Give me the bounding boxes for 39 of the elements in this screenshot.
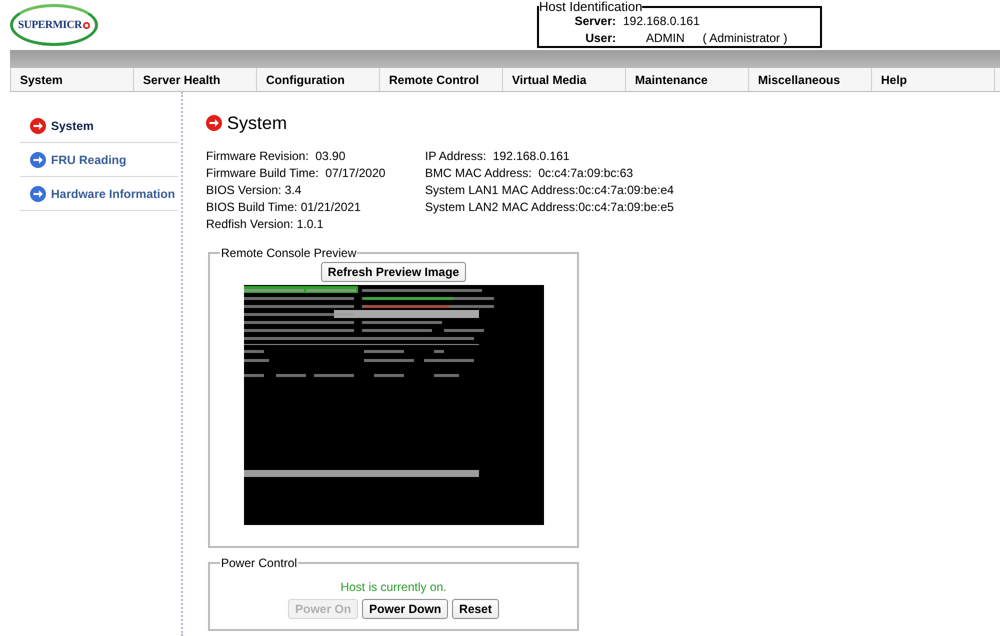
sidebar-item[interactable]: FRU Reading <box>20 143 178 177</box>
ring-icon <box>82 22 90 28</box>
info-line: System LAN2 MAC Address:0c:c4:7a:09:be:e5 <box>425 199 674 216</box>
user-value: ADMIN <box>646 30 685 47</box>
power-button[interactable]: Power Down <box>362 599 448 619</box>
info-line: IP Address: 192.168.0.161 <box>425 148 571 165</box>
logo-text: SUPERMICR <box>18 19 82 31</box>
arrow-right-icon <box>30 186 46 202</box>
info-line: Firmware Build Time: 07/17/2020 <box>206 165 386 182</box>
refresh-button[interactable]: Refresh Preview Image <box>320 262 466 282</box>
menu-item[interactable]: Server Health <box>134 68 257 91</box>
menu-item[interactable]: Miscellaneous <box>749 68 872 91</box>
info-line: BIOS Build Time: 01/21/2021 <box>206 199 362 216</box>
server-label: Server: <box>574 13 616 30</box>
info-line: BMC MAC Address: 0c:c4:7a:09:bc:63 <box>425 165 634 182</box>
panel-title: Host Identification <box>539 0 642 13</box>
menu-item[interactable]: System <box>11 68 134 91</box>
info-line: System LAN1 MAC Address:0c:c4:7a:09:be:e4 <box>425 182 674 199</box>
info-line: Redfish Version: 1.0.1 <box>206 216 324 233</box>
panel-title: Power Control <box>220 556 298 570</box>
info-line: Firmware Revision: 03.90 <box>206 148 346 165</box>
menu-item[interactable]: Configuration <box>257 68 380 91</box>
menu-item[interactable]: Maintenance <box>626 68 749 91</box>
menu-item[interactable]: Help <box>872 68 995 91</box>
menu-item[interactable]: Remote Control <box>380 68 503 91</box>
user-role: ( Administrator ) <box>702 30 788 47</box>
info-line: BIOS Version: 3.4 <box>206 182 302 199</box>
arrow-right-icon <box>206 115 222 131</box>
user-label: User: <box>584 30 616 47</box>
sidebar-item[interactable]: System <box>20 109 178 143</box>
power-button[interactable]: Reset <box>452 599 499 619</box>
menu-item[interactable]: Virtual Media <box>503 68 626 91</box>
sidebar-item[interactable]: Hardware Information <box>20 177 178 211</box>
arrow-right-icon <box>30 118 46 134</box>
page-title: System <box>227 112 288 134</box>
arrow-right-icon <box>30 152 46 168</box>
status-text: Host is currently on. <box>340 580 447 594</box>
panel-title: Remote Console Preview <box>220 246 358 260</box>
server-value: 192.168.0.161 <box>623 13 700 30</box>
